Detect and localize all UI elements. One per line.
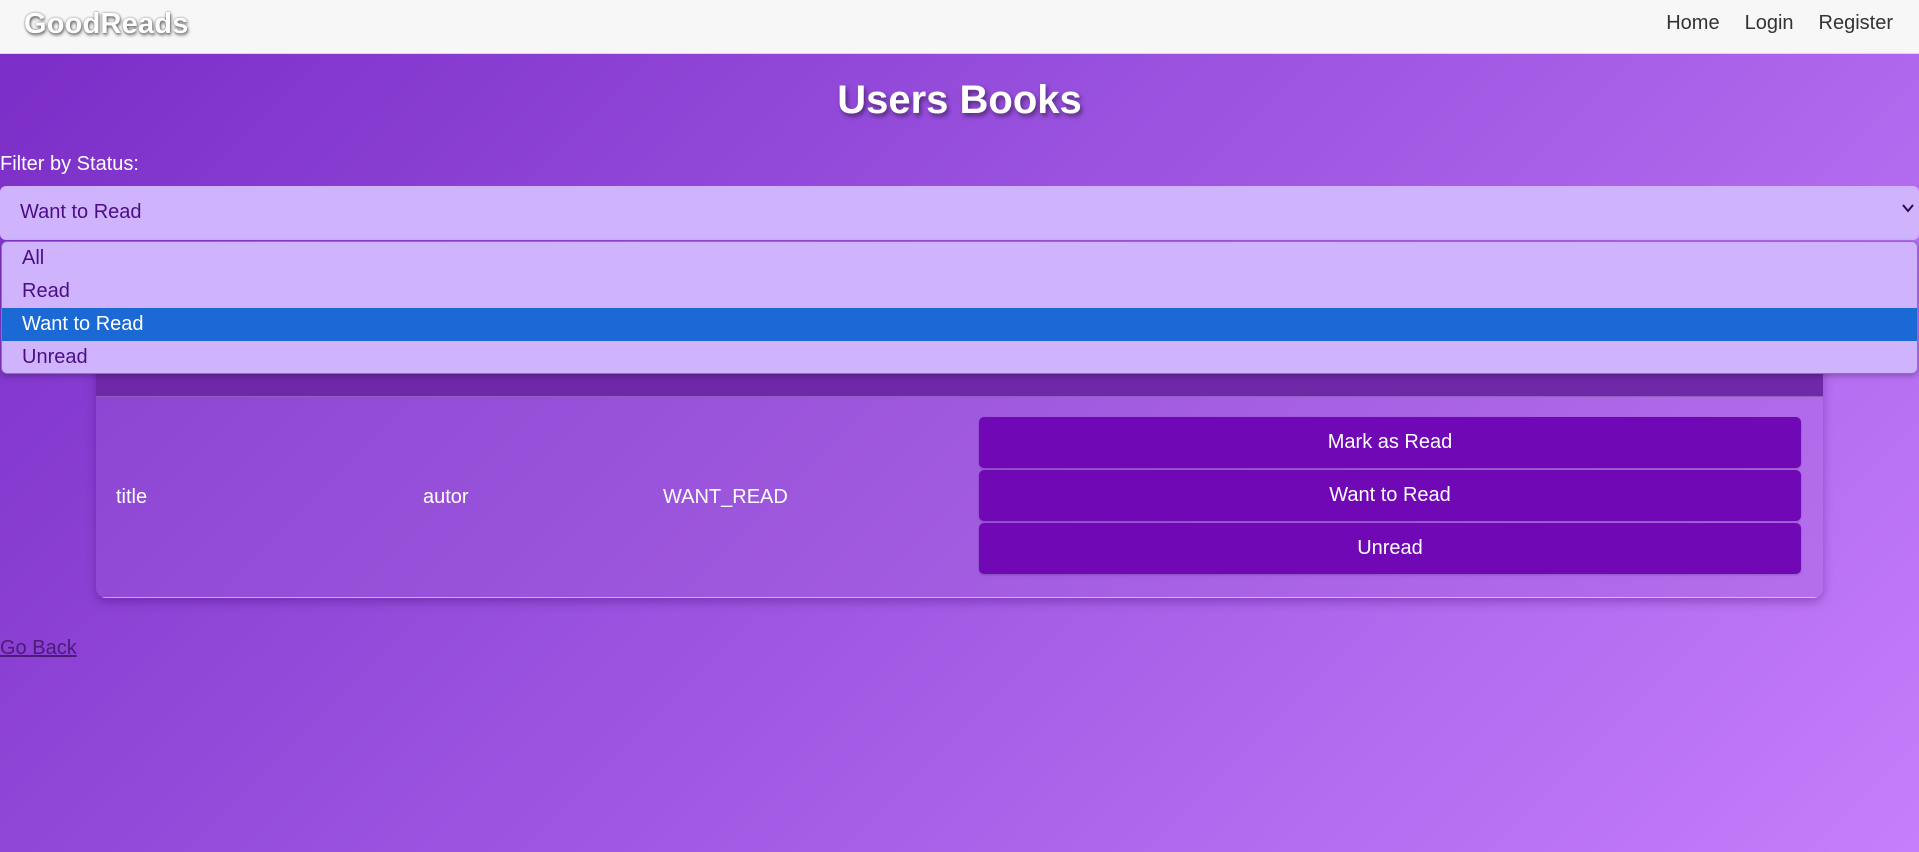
navbar: GoodReads Home Login Register <box>0 0 1919 54</box>
status-filter-select[interactable]: Want to Read <box>0 186 1919 240</box>
option-all[interactable]: All <box>2 242 1917 275</box>
table-row: title autor WANT_READ Mark as Read Want … <box>96 397 1823 598</box>
option-want-to-read[interactable]: Want to Read <box>2 308 1917 341</box>
chevron-down-icon <box>1902 204 1914 213</box>
want-to-read-button[interactable]: Want to Read <box>979 470 1801 521</box>
nav-link-home[interactable]: Home <box>1666 12 1719 35</box>
row-actions: Mark as Read Want to Read Unread <box>979 417 1801 576</box>
nav-link-register[interactable]: Register <box>1819 12 1893 35</box>
mark-as-read-button[interactable]: Mark as Read <box>979 417 1801 468</box>
page-title: Users Books <box>837 78 1082 122</box>
option-unread[interactable]: Unread <box>2 341 1917 373</box>
nav-links: Home Login Register <box>1666 12 1893 35</box>
option-read[interactable]: Read <box>2 275 1917 308</box>
status-filter-dropdown: All Read Want to Read Unread <box>1 241 1918 374</box>
brand-logo[interactable]: GoodReads <box>24 8 189 41</box>
book-author-cell: autor <box>423 486 469 508</box>
filter-label: Filter by Status: <box>0 153 139 175</box>
unread-button[interactable]: Unread <box>979 523 1801 574</box>
status-filter-value: Want to Read <box>20 201 142 223</box>
go-back-link[interactable]: Go Back <box>0 637 77 660</box>
book-title-cell: title <box>116 486 148 508</box>
book-status-cell: WANT_READ <box>663 486 788 508</box>
nav-link-login[interactable]: Login <box>1745 12 1794 35</box>
